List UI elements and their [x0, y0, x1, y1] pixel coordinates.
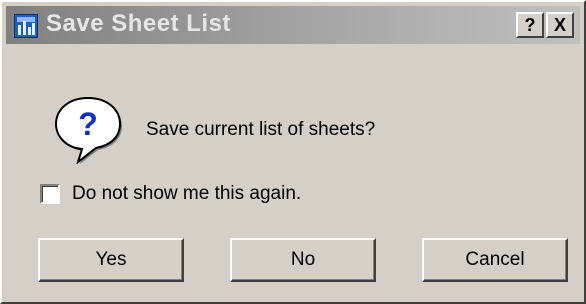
- window-title: Save Sheet List: [46, 10, 231, 37]
- sheet-list-icon: [14, 14, 38, 38]
- save-sheet-list-dialog: Save Sheet List ? X ? Save current list …: [0, 0, 586, 304]
- message-text: Save current list of sheets?: [146, 119, 376, 140]
- yes-button[interactable]: Yes: [38, 238, 184, 282]
- do-not-show-again-label[interactable]: Do not show me this again.: [72, 183, 301, 205]
- no-button[interactable]: No: [230, 238, 376, 282]
- cancel-button[interactable]: Cancel: [422, 238, 568, 282]
- svg-text:?: ?: [78, 106, 98, 142]
- do-not-show-again-checkbox[interactable]: [40, 184, 60, 204]
- title-bar[interactable]: Save Sheet List ? X: [6, 6, 580, 44]
- question-icon: ?: [54, 96, 122, 164]
- help-button[interactable]: ?: [516, 12, 544, 38]
- close-button[interactable]: X: [546, 12, 574, 38]
